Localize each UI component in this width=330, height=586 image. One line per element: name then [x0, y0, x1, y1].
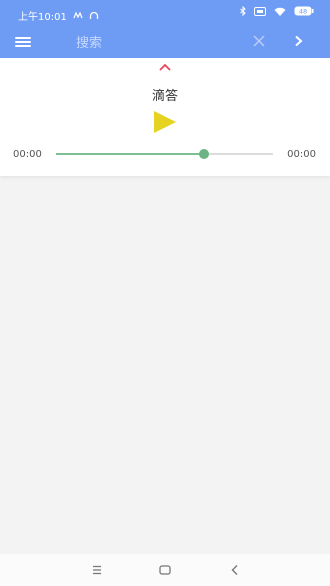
back-chevron-icon[interactable] [228, 563, 242, 577]
menu-lines-icon[interactable] [90, 563, 104, 577]
progress-thumb[interactable] [198, 149, 209, 159]
app-bar [0, 26, 330, 58]
svg-text:48: 48 [299, 8, 307, 16]
headset-icon [89, 11, 98, 19]
progress-slider[interactable] [56, 149, 273, 159]
chevron-right-icon[interactable] [292, 34, 304, 48]
progress-fill [56, 153, 204, 155]
hamburger-menu-icon[interactable] [15, 35, 31, 49]
home-square-icon[interactable] [158, 563, 172, 577]
search-input[interactable] [74, 32, 238, 54]
current-time: 00:00 [13, 149, 42, 160]
status-bar: 上午10:01 48 [0, 0, 330, 26]
notification-icon [73, 11, 83, 19]
sim-icon [254, 6, 266, 16]
bluetooth-icon [240, 6, 246, 16]
play-icon[interactable] [153, 110, 177, 134]
close-icon[interactable] [252, 34, 266, 48]
player-panel: 滴答 00:00 00:00 [0, 58, 330, 176]
battery-icon: 48 [294, 6, 314, 16]
system-nav-bar [0, 554, 330, 586]
status-time: 上午10:01 [18, 12, 67, 23]
track-title: 滴答 [151, 89, 178, 104]
wifi-icon [274, 7, 286, 16]
chevron-up-icon[interactable] [157, 62, 173, 72]
total-time: 00:00 [287, 149, 316, 160]
